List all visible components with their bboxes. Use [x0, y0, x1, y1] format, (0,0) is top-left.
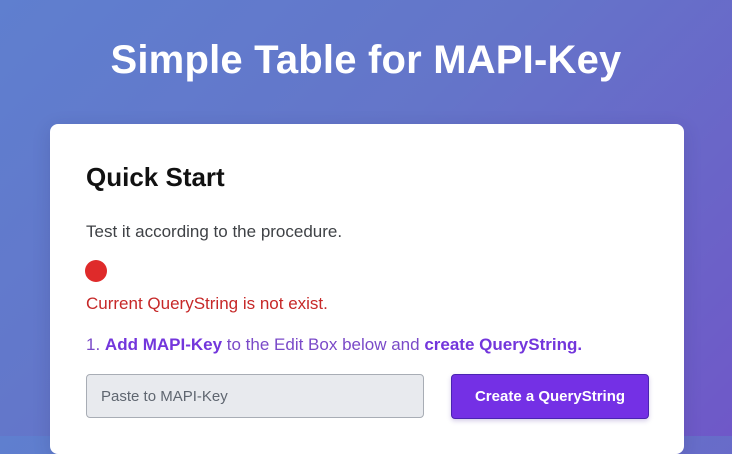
quick-start-card: Quick Start Test it according to the pro… — [50, 124, 684, 454]
add-mapi-key-instruction: Add MAPI-Key — [104, 335, 223, 354]
procedure-instruction: Test it according to the procedure. — [86, 222, 343, 241]
create-querystring-instruction: create QueryString. — [424, 335, 583, 354]
mapi-key-input[interactable] — [86, 374, 424, 418]
step-one-instruction: 1. Add MAPI-Key to the Edit Box below an… — [86, 334, 582, 356]
page-title: Simple Table for MAPI-Key — [110, 38, 622, 82]
querystring-status-message: Current QueryString is not exist. — [86, 294, 328, 313]
status-indicator-dot — [85, 260, 107, 282]
step-number: 1. — [86, 335, 101, 354]
quick-start-title: Quick Start — [86, 162, 225, 192]
create-querystring-button[interactable]: Create a QueryString — [451, 374, 649, 419]
step-middle-text: to the Edit Box below and — [226, 335, 420, 354]
